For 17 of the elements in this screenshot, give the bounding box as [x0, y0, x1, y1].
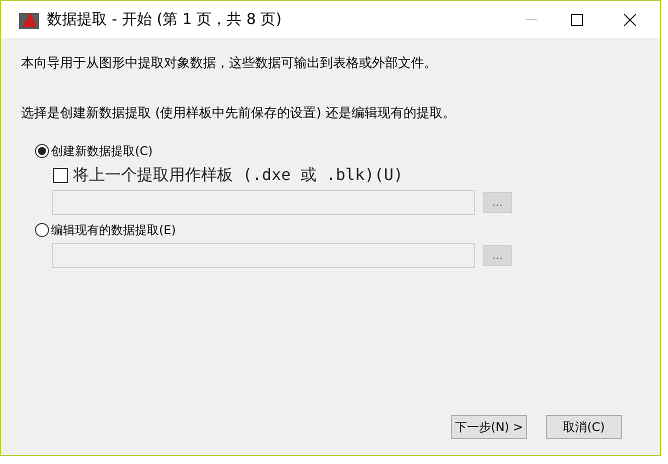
cancel-button[interactable]: 取消(C) — [546, 415, 622, 439]
window-title: 数据提取 - 开始 (第 1 页，共 8 页) — [47, 9, 282, 30]
checkbox-label: 将上一个提取用作样板 (.dxe 或 .blk)(U) — [73, 164, 404, 186]
intro-text: 本向导用于从图形中提取对象数据，这些数据可输出到表格或外部文件。 — [21, 55, 438, 73]
minimize-icon — [526, 19, 536, 20]
next-button[interactable]: 下一步(N) > — [451, 415, 527, 439]
checkbox[interactable] — [53, 168, 68, 182]
maximize-icon — [571, 14, 583, 26]
browse-button[interactable]: ... — [483, 245, 512, 266]
app-logo-icon — [19, 10, 39, 28]
prompt-text: 选择是创建新数据提取 (使用样板中先前保存的设置) 还是编辑现有的提取。 — [21, 104, 456, 122]
radio-button[interactable] — [35, 144, 49, 158]
radio-label: 创建新数据提取(C) — [51, 143, 153, 160]
radio-button[interactable] — [35, 223, 49, 237]
close-icon — [624, 14, 636, 26]
radio-label: 编辑现有的数据提取(E) — [51, 222, 176, 239]
browse-button[interactable]: ... — [483, 192, 512, 213]
